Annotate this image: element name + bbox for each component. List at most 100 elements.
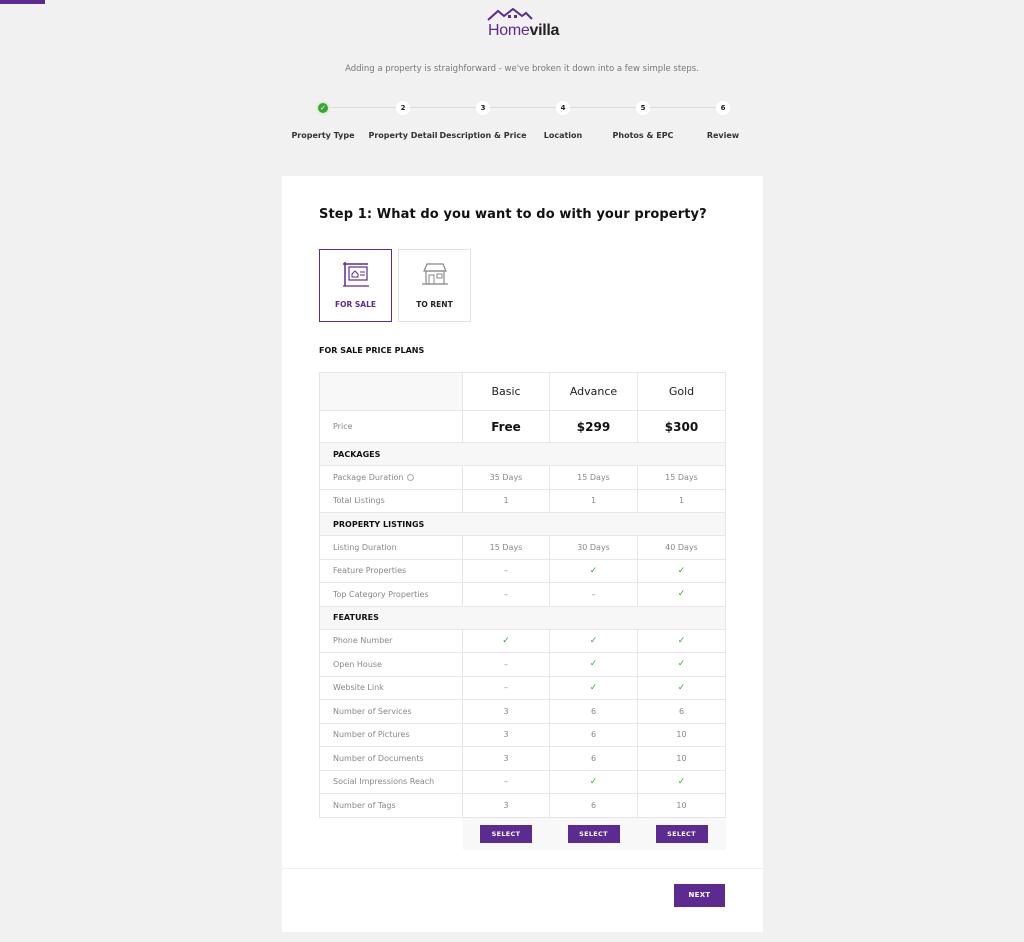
table-cell: – (462, 582, 550, 607)
step-number: 5 (636, 101, 650, 115)
table-cell: ✓ (637, 628, 726, 653)
for-sale-option[interactable]: FOR SALE (319, 249, 392, 322)
intro-text: Adding a property is straighforward - we… (345, 64, 699, 74)
homevilla-logo[interactable]: Homevilla (486, 8, 566, 40)
table-row: Number of Pictures 3 6 10 (319, 722, 726, 747)
table-cell: 35 Days (462, 465, 550, 490)
select-cell: SELECT (549, 817, 638, 850)
feature-label-cell: Package Duration (319, 465, 463, 490)
table-cell: – (549, 582, 638, 607)
feature-label: Number of Documents (319, 746, 463, 771)
feature-label: Feature Properties (319, 558, 463, 583)
step-title: Step 1: What do you want to do with your… (319, 207, 707, 222)
table-cell: 10 (637, 746, 726, 771)
select-row-blank (319, 817, 463, 850)
plan-name-gold: Gold (637, 372, 726, 411)
table-cell: 3 (462, 699, 550, 724)
table-cell: ✓ (637, 769, 726, 794)
table-row: Total Listings 1 1 1 (319, 488, 726, 513)
table-row: Website Link – ✓ ✓ (319, 675, 726, 700)
table-cell: 6 (549, 722, 638, 747)
for-sale-sign-icon (343, 262, 369, 287)
feature-label: Phone Number (319, 628, 463, 653)
table-row: Number of Documents 3 6 10 (319, 746, 726, 771)
table-cell: 15 Days (462, 535, 550, 560)
step-label: Review (706, 131, 740, 140)
table-row: Phone Number ✓ ✓ ✓ (319, 628, 726, 653)
table-cell: 6 (549, 793, 638, 818)
select-row: SELECT SELECT SELECT (319, 817, 726, 850)
footer-divider (282, 868, 763, 869)
select-basic-button[interactable]: SELECT (480, 824, 532, 843)
table-row: Social Impressions Reach – ✓ ✓ (319, 769, 726, 794)
section-row: FEATURES (319, 605, 726, 630)
table-cell: ✓ (549, 675, 638, 700)
plan-name-basic: Basic (462, 372, 550, 411)
logo-text: Homevilla (488, 22, 559, 40)
feature-label: Number of Tags (319, 793, 463, 818)
option-label: TO RENT (416, 300, 453, 309)
table-cell: – (462, 675, 550, 700)
table-cell: 6 (549, 746, 638, 771)
price-advance: $299 (549, 410, 638, 443)
top-left-tab[interactable] (0, 0, 45, 4)
table-row: Listing Duration 15 Days 30 Days 40 Days (319, 535, 726, 560)
section-title: PACKAGES (319, 442, 726, 466)
table-cell: 3 (462, 722, 550, 747)
table-row: Number of Tags 3 6 10 (319, 793, 726, 818)
next-button[interactable]: NEXT (674, 884, 725, 907)
property-type-card: Step 1: What do you want to do with your… (282, 176, 763, 932)
table-row: Top Category Properties – – ✓ (319, 582, 726, 607)
table-cell: 15 Days (637, 465, 726, 490)
table-cell: 10 (637, 722, 726, 747)
select-cell: SELECT (462, 817, 550, 850)
feature-label: Listing Duration (319, 535, 463, 560)
step-number: 6 (716, 101, 730, 115)
feature-label: Number of Pictures (319, 722, 463, 747)
table-cell: ✓ (549, 628, 638, 653)
table-row: Package Duration 35 Days 15 Days 15 Days (319, 465, 726, 490)
table-cell: 40 Days (637, 535, 726, 560)
select-gold-button[interactable]: SELECT (655, 824, 708, 843)
table-row: Number of Services 3 6 6 (319, 699, 726, 724)
feature-label: Number of Services (319, 699, 463, 724)
info-icon[interactable] (407, 473, 415, 481)
plans-header-row: Basic Advance Gold (319, 372, 726, 411)
table-cell: ✓ (549, 652, 638, 677)
table-cell: ✓ (637, 652, 726, 677)
plan-name-advance: Advance (549, 372, 638, 411)
table-cell: 1 (462, 488, 550, 513)
table-cell: ✓ (462, 628, 550, 653)
feature-label: Website Link (319, 675, 463, 700)
table-cell: ✓ (637, 558, 726, 583)
feature-label: Package Duration (333, 472, 404, 482)
table-cell: 30 Days (549, 535, 638, 560)
section-title: FEATURES (319, 605, 726, 630)
table-cell: 3 (462, 746, 550, 771)
plans-heading: FOR SALE PRICE PLANS (319, 346, 425, 355)
select-cell: SELECT (637, 817, 726, 850)
table-cell: 3 (462, 793, 550, 818)
select-advance-button[interactable]: SELECT (567, 824, 620, 843)
step-check-icon: ✓ (316, 101, 330, 115)
step-review[interactable]: 6 Review (673, 98, 773, 140)
logo-home: Home (488, 22, 530, 39)
feature-label: Top Category Properties (319, 582, 463, 607)
section-row: PACKAGES (319, 442, 726, 466)
feature-label: Total Listings (319, 488, 463, 513)
progress-stepper: ✓ Property Type 2 Property Detail 3 Desc… (0, 98, 1024, 148)
step-number: 4 (556, 101, 570, 115)
table-cell: ✓ (549, 558, 638, 583)
table-cell: – (462, 558, 550, 583)
table-cell: ✓ (637, 675, 726, 700)
table-cell: 15 Days (549, 465, 638, 490)
step-number: 2 (396, 101, 410, 115)
to-rent-option[interactable]: TO RENT (398, 249, 471, 322)
house-icon (422, 263, 448, 285)
price-label: Price (319, 410, 463, 443)
table-row: Feature Properties – ✓ ✓ (319, 558, 726, 583)
step-number: 3 (476, 101, 490, 115)
feature-label: Social Impressions Reach (319, 769, 463, 794)
feature-label: Open House (319, 652, 463, 677)
price-row: Price Free $299 $300 (319, 410, 726, 443)
